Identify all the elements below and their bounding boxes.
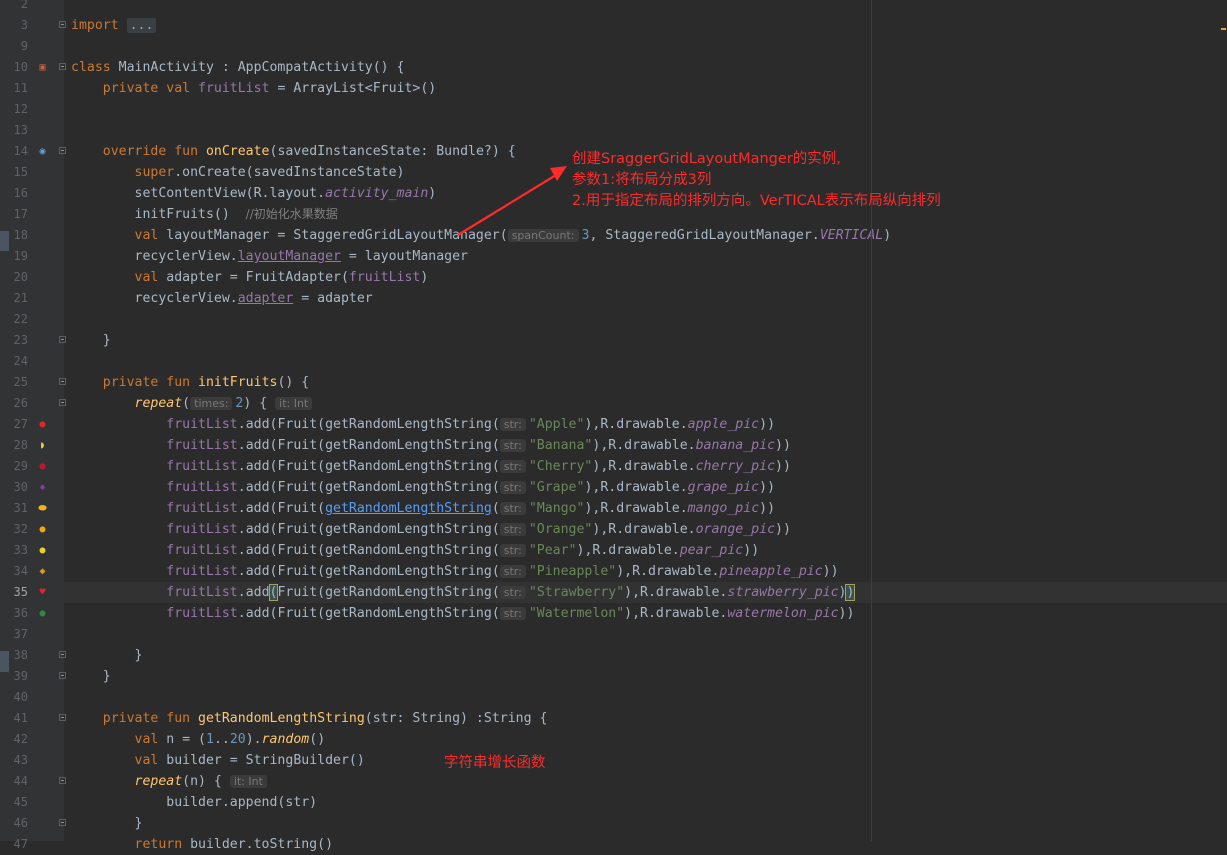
arrow-shaft bbox=[457, 174, 557, 236]
annotation-text-line-3: 2.用于指定布局的排列方向。VerTICAL表示布局纵向排列 bbox=[572, 193, 941, 209]
annotation-string-function: 字符串增长函数 bbox=[444, 755, 546, 771]
annotation-text-line-2: 参数1:将布局分成3列 bbox=[572, 172, 712, 188]
annotation-text-line-1: 创建SraggerGridLayoutManger的实例, bbox=[572, 151, 841, 167]
arrow-head bbox=[550, 166, 567, 181]
annotation-arrow bbox=[457, 166, 567, 236]
